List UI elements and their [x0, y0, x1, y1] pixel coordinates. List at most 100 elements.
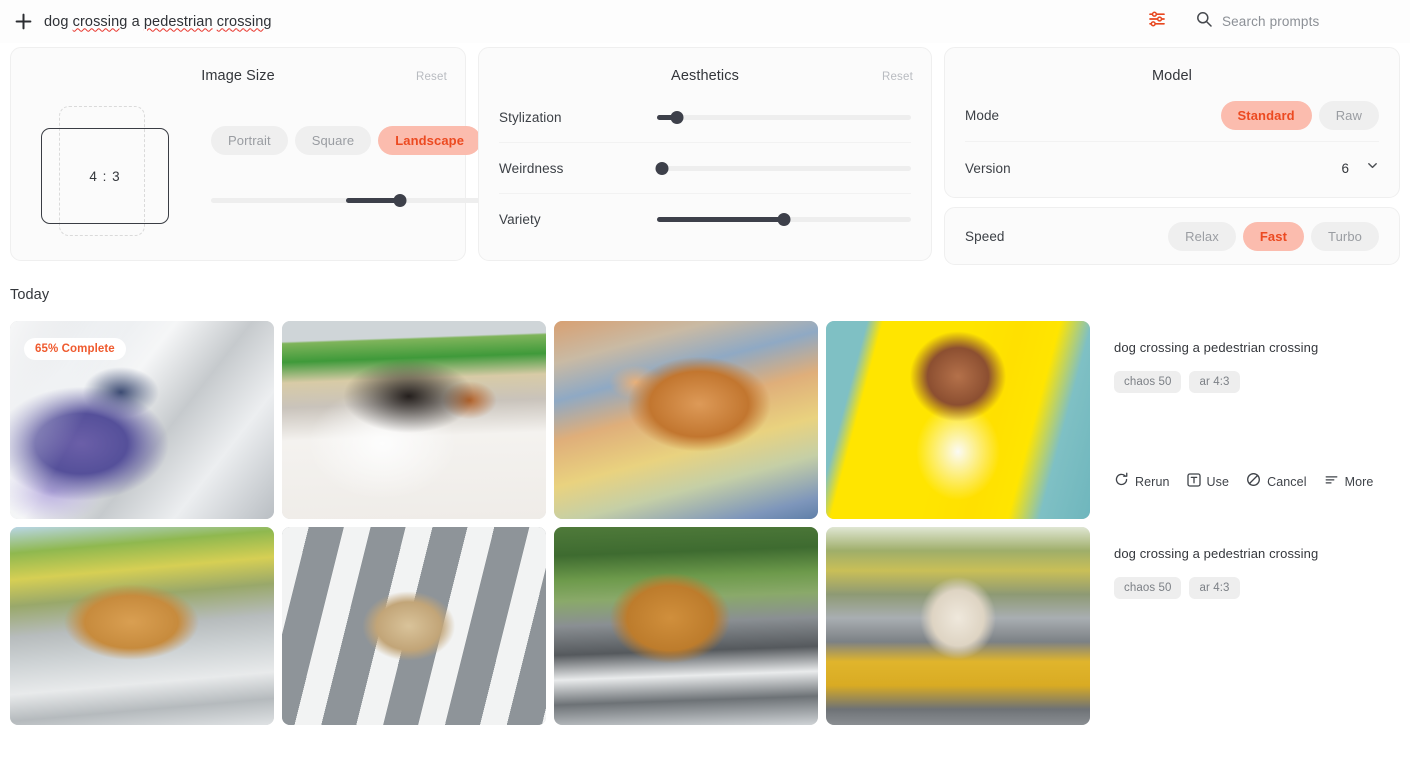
aesthetics-title: Aesthetics [671, 68, 739, 84]
orientation-segmented-control: Portrait Square Landscape [211, 126, 482, 155]
cancel-button[interactable]: Cancel [1246, 472, 1307, 492]
speed-option-relax[interactable]: Relax [1168, 221, 1236, 251]
prompt-input[interactable]: dog crossing a pedestrian crossing [44, 14, 272, 30]
text-box-icon [1186, 472, 1201, 492]
rerun-icon [1114, 472, 1129, 492]
generated-image-art [282, 527, 546, 725]
app-header: dog crossing a pedestrian crossing Searc… [0, 0, 1410, 43]
weirdness-label: Weirdness [499, 160, 564, 176]
job-prompt-text[interactable]: dog crossing a pedestrian crossing [1114, 340, 1400, 355]
progress-badge: 65% Complete [24, 338, 126, 360]
mode-option-raw[interactable]: Raw [1318, 101, 1379, 130]
stylization-label: Stylization [499, 109, 562, 125]
job-image-grid [10, 527, 1090, 725]
settings-row: Image Size Reset 4 : 3 Portrait Square L… [0, 43, 1410, 265]
rerun-label: Rerun [1135, 475, 1170, 489]
plus-icon [15, 13, 32, 30]
more-lines-icon [1324, 472, 1339, 492]
speed-option-fast[interactable]: Fast [1242, 221, 1305, 251]
chevron-down-icon [1366, 159, 1379, 177]
image-size-reset-button[interactable]: Reset [416, 71, 447, 83]
generated-image[interactable] [282, 321, 546, 519]
speed-option-turbo[interactable]: Turbo [1311, 221, 1379, 251]
orientation-option-landscape[interactable]: Landscape [378, 126, 482, 155]
chip-aspect-ratio[interactable]: ar 4:3 [1189, 371, 1240, 393]
search-input[interactable]: Search prompts [1196, 11, 1396, 32]
variety-slider-fill [657, 217, 784, 222]
cancel-icon [1246, 472, 1261, 492]
aesthetics-row-stylization: Stylization [499, 92, 911, 143]
orientation-option-portrait[interactable]: Portrait [211, 126, 288, 155]
job-prompt-text[interactable]: dog crossing a pedestrian crossing [1114, 546, 1400, 561]
model-column: Model Mode Standard Raw Version 6 Speed … [944, 47, 1400, 265]
mode-option-standard[interactable]: Standard [1220, 101, 1312, 130]
job-details: dog crossing a pedestrian crossing chaos… [1098, 527, 1400, 725]
weirdness-slider-thumb[interactable] [655, 161, 669, 175]
stylization-slider[interactable] [657, 109, 911, 125]
image-size-slider-fill [346, 197, 401, 203]
model-panel: Model Mode Standard Raw Version 6 [944, 47, 1400, 198]
generated-image[interactable] [554, 527, 818, 725]
model-row-version: Version 6 [965, 142, 1379, 194]
aspect-ratio-label: 4 : 3 [89, 168, 121, 184]
aspect-ratio-box[interactable]: 4 : 3 [41, 128, 169, 224]
generated-image-art [282, 321, 546, 519]
aesthetics-reset-button[interactable]: Reset [882, 71, 913, 83]
generated-image[interactable]: 65% Complete [10, 321, 274, 519]
image-size-slider-thumb[interactable] [393, 193, 407, 207]
job-actions: Rerun Use Cancel More [1114, 472, 1373, 492]
image-size-slider[interactable] [211, 192, 482, 208]
gallery-section-label: Today [10, 287, 50, 303]
orientation-option-square[interactable]: Square [294, 126, 372, 155]
variety-label: Variety [499, 212, 541, 227]
chip-chaos[interactable]: chaos 50 [1114, 371, 1182, 393]
speed-segmented-control: Relax Fast Turbo [1168, 221, 1379, 251]
variety-slider[interactable] [657, 212, 911, 228]
job-image-grid: 65% Complete [10, 321, 1090, 519]
generated-image-art [826, 527, 1090, 725]
aesthetics-panel: Aesthetics Reset Stylization Weirdness V… [478, 47, 932, 261]
use-button[interactable]: Use [1186, 472, 1230, 492]
chip-chaos[interactable]: chaos 50 [1114, 577, 1182, 599]
generated-image-art [554, 527, 818, 725]
stylization-slider-track [657, 114, 911, 120]
more-button[interactable]: More [1324, 472, 1374, 492]
rerun-button[interactable]: Rerun [1114, 472, 1170, 492]
generated-image[interactable] [282, 527, 546, 725]
weirdness-slider-track [657, 165, 911, 171]
prompt-word-1: crossing [72, 13, 128, 30]
mode-label: Mode [965, 108, 1000, 123]
job-row: 65% Complete dog crossing a pedestrian c… [10, 321, 1400, 519]
sliders-icon [1147, 10, 1167, 33]
variety-slider-thumb[interactable] [777, 213, 791, 226]
new-prompt-button[interactable] [8, 7, 38, 37]
version-label: Version [965, 160, 1011, 176]
image-size-controls: Portrait Square Landscape [191, 106, 482, 246]
version-value: 6 [1341, 160, 1349, 176]
aesthetics-row-variety: Variety [499, 194, 911, 245]
job-details: dog crossing a pedestrian crossing chaos… [1098, 321, 1400, 519]
generated-image[interactable] [826, 527, 1090, 725]
stylization-slider-thumb[interactable] [670, 110, 684, 124]
model-row-mode: Mode Standard Raw [965, 90, 1379, 142]
settings-toggle-button[interactable] [1140, 7, 1174, 37]
generated-image[interactable] [10, 527, 274, 725]
model-rows: Mode Standard Raw Version 6 [945, 84, 1399, 194]
generated-image[interactable] [826, 321, 1090, 519]
image-size-panel: Image Size Reset 4 : 3 Portrait Square L… [10, 47, 482, 261]
job-parameter-chips: chaos 50 ar 4:3 [1114, 577, 1400, 599]
model-title: Model [1152, 68, 1192, 84]
aesthetics-rows: Stylization Weirdness Variety [479, 84, 931, 245]
aspect-ratio-preview: 4 : 3 [41, 106, 191, 246]
search-icon [1196, 11, 1212, 32]
speed-panel: Speed Relax Fast Turbo [944, 207, 1400, 265]
prompt-word-4: crossing [216, 13, 272, 30]
prompt-word-3: pedestrian [143, 13, 213, 30]
version-selector[interactable]: 6 [1341, 159, 1379, 177]
more-label: More [1344, 475, 1374, 489]
weirdness-slider[interactable] [655, 160, 911, 176]
chip-aspect-ratio[interactable]: ar 4:3 [1189, 577, 1240, 599]
cancel-label: Cancel [1267, 475, 1307, 489]
prompt-word-0: dog [44, 13, 69, 30]
generated-image[interactable] [554, 321, 818, 519]
